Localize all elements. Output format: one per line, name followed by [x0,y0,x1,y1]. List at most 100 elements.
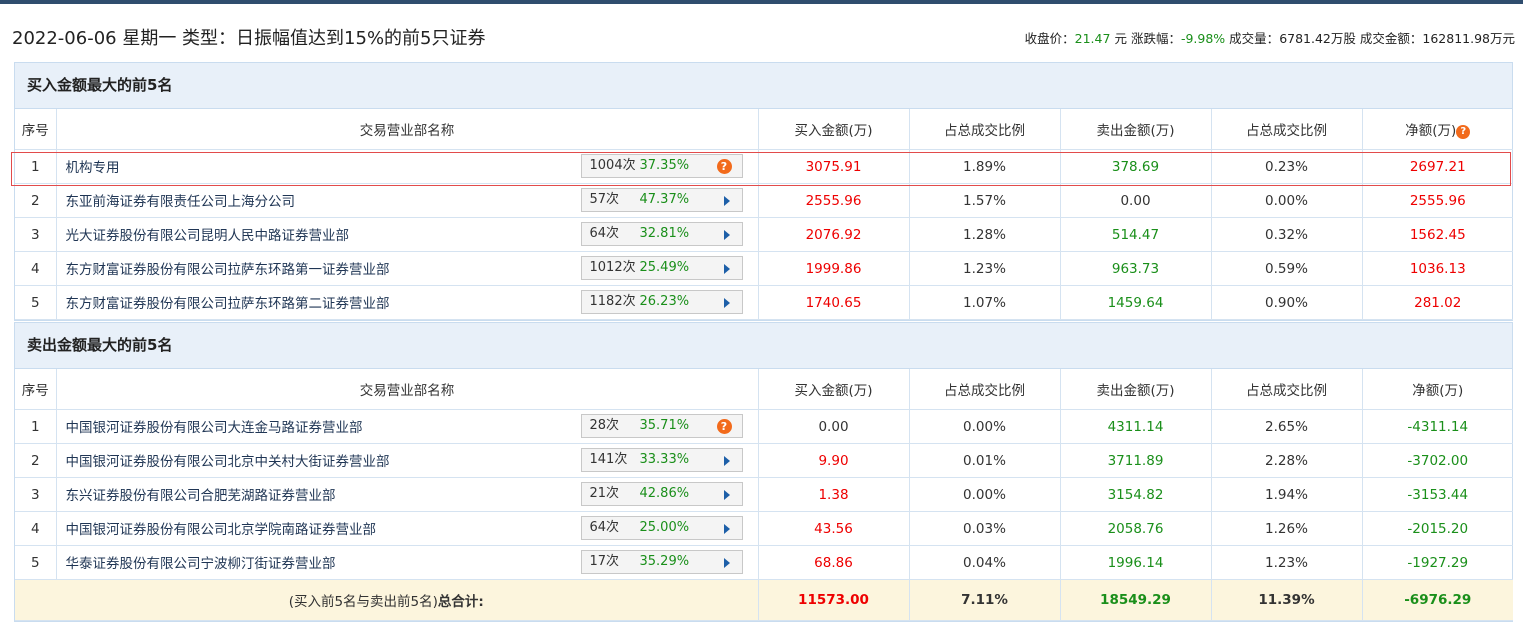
buy-amount: 2555.96 [758,183,910,218]
buy-amount: 0.00 [758,409,910,444]
buy-amount: 2076.92 [758,217,910,252]
broker-stats-button[interactable]: 141次 33.33% [580,448,743,472]
table-row[interactable]: 1 中国银河证券股份有限公司大连金马路证券营业部 28次 35.71%? 0.00 0.0… [15,409,1513,444]
table-row[interactable]: 3 东兴证券股份有限公司合肥芜湖路证券营业部 21次 42.86% 1.38 0.00% 3… [15,477,1513,512]
broker-cell: 东方财富证券股份有限公司拉萨东环路第二证券营业部 1182次 26.23% [56,285,759,320]
net-amount: -4311.14 [1362,409,1513,444]
help-icon[interactable]: ? [1456,125,1471,139]
broker-stats-button[interactable]: 28次 35.71%? [580,414,743,438]
table-row[interactable]: 5 华泰证券股份有限公司宁波柳汀街证券营业部 17次 35.29% 68.86 0.04%… [15,545,1513,580]
question-icon[interactable]: ? [716,159,732,174]
play-arrow-icon[interactable] [723,490,730,500]
sell-table-header: 序号 交易营业部名称 买入金额(万) 占总成交比例 卖出金额(万) 占总成交比例… [15,369,1513,410]
play-arrow-icon[interactable] [723,298,730,308]
question-icon[interactable]: ? [716,419,732,434]
buy-section: 买入金额最大的前5名 序号 交易营业部名称 买入金额(万) 占总成交比例 卖出金… [14,62,1513,321]
broker-name[interactable]: 机构专用 [66,156,120,176]
row-index: 5 [15,545,57,580]
broker-name[interactable]: 东亚前海证券有限责任公司上海分公司 [66,190,296,210]
buy-ratio: 0.00% [909,477,1061,512]
broker-name[interactable]: 东方财富证券股份有限公司拉萨东环路第一证券营业部 [66,258,390,278]
buy-amount: 9.90 [758,443,910,478]
broker-stats-button[interactable]: 21次 42.86% [580,482,743,506]
row-index: 4 [15,251,57,286]
total-net: -6976.29 [1362,579,1513,621]
broker-name[interactable]: 华泰证券股份有限公司宁波柳汀街证券营业部 [66,552,336,572]
col-buy-ratio: 占总成交比例 [909,109,1061,150]
buy-ratio: 1.57% [909,183,1061,218]
table-row[interactable]: 4 东方财富证券股份有限公司拉萨东环路第一证券营业部 1012次 25.49% 1999… [15,251,1513,286]
sell-ratio: 2.28% [1211,443,1363,478]
broker-win-rate: 25.00% [639,520,690,535]
sell-amount: 1996.14 [1060,545,1212,580]
play-arrow-icon[interactable] [723,264,730,274]
buy-amount: 68.86 [758,545,910,580]
buy-amount: 3075.91 [758,149,910,184]
table-row[interactable]: 1 机构专用 1004次 37.35%? 3075.91 1.89% 378.69 0.23%… [15,149,1513,184]
total-buy: 11573.00 [758,579,910,621]
sell-ratio: 0.23% [1211,149,1363,184]
buy-amount: 1740.65 [758,285,910,320]
table-row[interactable]: 3 光大证券股份有限公司昆明人民中路证券营业部 64次 32.81% 2076.92 1.… [15,217,1513,252]
net-amount: 2555.96 [1362,183,1513,218]
table-row[interactable]: 2 中国银河证券股份有限公司北京中关村大街证券营业部 141次 33.33% 9.90 0… [15,443,1513,478]
page-title: 2022-06-06 星期一 类型：日振幅值达到15%的前5只证券 [12,28,486,49]
buy-amount: 43.56 [758,511,910,546]
broker-cell: 东亚前海证券有限责任公司上海分公司 57次 47.37% [56,183,759,218]
net-amount: 2697.21 [1362,149,1513,184]
play-arrow-icon[interactable] [723,524,730,534]
total-buy-ratio: 7.11% [909,579,1061,621]
broker-name[interactable]: 中国银河证券股份有限公司北京中关村大街证券营业部 [66,450,390,470]
row-index: 5 [15,285,57,320]
play-arrow-icon[interactable] [723,196,730,206]
broker-stats-button[interactable]: 1004次 37.35%? [580,154,743,178]
broker-name[interactable]: 东兴证券股份有限公司合肥芜湖路证券营业部 [66,484,336,504]
total-label-prefix: (买入前5名与卖出前5名) [288,594,438,610]
row-index: 2 [15,443,57,478]
sell-ratio: 0.59% [1211,251,1363,286]
broker-stats-button[interactable]: 57次 47.37% [580,188,743,212]
broker-name[interactable]: 中国银河证券股份有限公司大连金马路证券营业部 [66,416,363,436]
broker-stats-button[interactable]: 1182次 26.23% [580,290,743,314]
sell-amount: 3711.89 [1060,443,1212,478]
table-row[interactable]: 4 中国银河证券股份有限公司北京学院南路证券营业部 64次 25.00% 43.56 0.… [15,511,1513,546]
broker-stats-button[interactable]: 64次 25.00% [580,516,743,540]
turnover-label: 成交金额： [1359,31,1423,46]
broker-name[interactable]: 中国银河证券股份有限公司北京学院南路证券营业部 [66,518,377,538]
buy-ratio: 1.23% [909,251,1061,286]
broker-times: 64次 [589,520,620,535]
broker-stats-button[interactable]: 64次 32.81% [580,222,743,246]
sell-table: 序号 交易营业部名称 买入金额(万) 占总成交比例 卖出金额(万) 占总成交比例… [15,369,1513,621]
play-arrow-icon[interactable] [723,558,730,568]
col-index: 序号 [15,369,57,410]
table-row[interactable]: 5 东方财富证券股份有限公司拉萨东环路第二证券营业部 1182次 26.23% 1740… [15,285,1513,320]
sell-section: 卖出金额最大的前5名 序号 交易营业部名称 买入金额(万) 占总成交比例 卖出金… [14,322,1513,622]
row-index: 2 [15,183,57,218]
col-buy: 买入金额(万) [758,109,910,150]
broker-win-rate: 33.33% [639,452,690,467]
volume-label: 成交量： [1229,31,1280,46]
page-header: 2022-06-06 星期一 类型：日振幅值达到15%的前5只证券 收盘价：21… [0,4,1523,60]
buy-ratio: 0.01% [909,443,1061,478]
broker-name[interactable]: 光大证券股份有限公司昆明人民中路证券营业部 [66,224,350,244]
broker-cell: 华泰证券股份有限公司宁波柳汀街证券营业部 17次 35.29% [56,545,759,580]
buy-ratio: 0.04% [909,545,1061,580]
broker-cell: 中国银河证券股份有限公司北京学院南路证券营业部 64次 25.00% [56,511,759,546]
broker-win-rate: 35.71% [639,418,690,433]
stock-stats: 收盘价：21.47 元 涨跌幅：-9.98% 成交量：6781.42万股 成交金… [1025,28,1515,47]
broker-win-rate: 47.37% [639,192,690,207]
col-sell-ratio: 占总成交比例 [1211,109,1363,150]
play-arrow-icon[interactable] [723,230,730,240]
broker-times: 21次 [589,486,620,501]
broker-cell: 光大证券股份有限公司昆明人民中路证券营业部 64次 32.81% [56,217,759,252]
col-sell: 卖出金额(万) [1060,369,1212,410]
broker-stats-button[interactable]: 17次 35.29% [580,550,743,574]
row-index: 3 [15,477,57,512]
table-row[interactable]: 2 东亚前海证券有限责任公司上海分公司 57次 47.37% 2555.96 1.57% 0… [15,183,1513,218]
broker-stats-button[interactable]: 1012次 25.49% [580,256,743,280]
change-value: -9.98% [1180,31,1226,46]
buy-section-title: 买入金额最大的前5名 [15,63,1512,109]
broker-name[interactable]: 东方财富证券股份有限公司拉萨东环路第二证券营业部 [66,292,390,312]
broker-win-rate: 26.23% [639,294,690,309]
play-arrow-icon[interactable] [723,456,730,466]
